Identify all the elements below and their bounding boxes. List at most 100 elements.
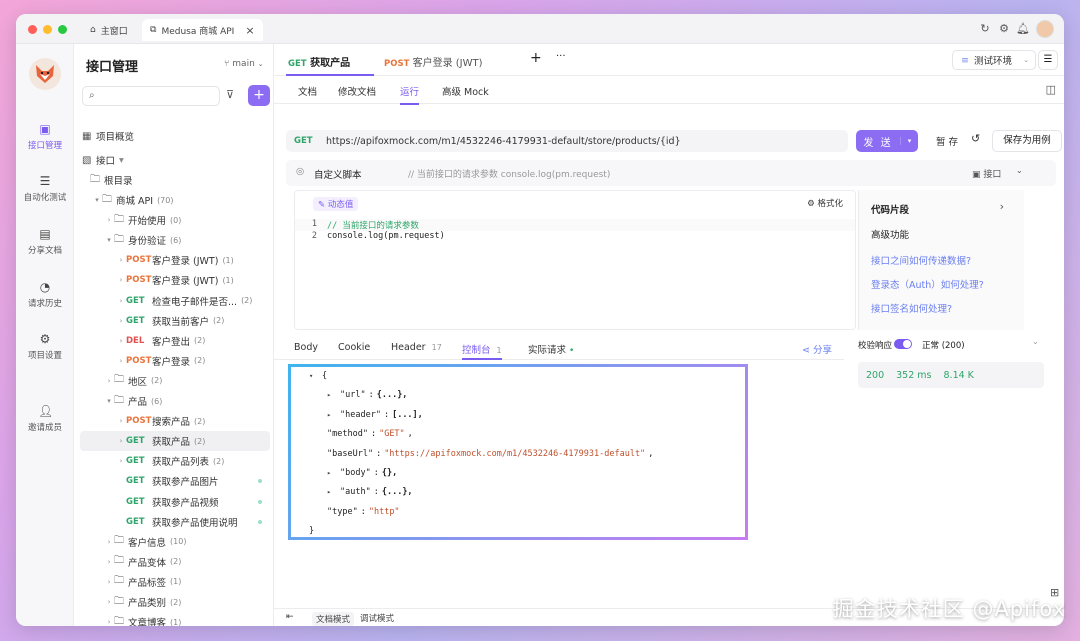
- chevron-right-icon[interactable]: ›: [104, 618, 114, 626]
- api-scope-selector[interactable]: ▣ 接口: [972, 167, 1001, 180]
- tab-body[interactable]: Body: [294, 342, 318, 353]
- chevron-down-icon[interactable]: ▾: [92, 196, 102, 204]
- chevron-right-icon[interactable]: ›: [116, 317, 126, 325]
- chevron-down-icon[interactable]: ▾: [104, 397, 114, 405]
- reset-icon[interactable]: ↺: [971, 132, 980, 145]
- chevron-right-icon[interactable]: ›: [116, 457, 126, 465]
- share-button[interactable]: ⋖ 分享: [802, 342, 832, 356]
- chevron-right-icon[interactable]: ▸: [327, 488, 337, 496]
- nav-settings[interactable]: ⚙ 项目设置: [16, 332, 74, 361]
- tree-api-item[interactable]: GET 获取参产品图片: [74, 471, 272, 491]
- minimize-window-dot[interactable]: [43, 25, 52, 34]
- chevron-right-icon[interactable]: ›: [116, 417, 126, 425]
- help-link[interactable]: 接口签名如何处理?: [871, 301, 952, 315]
- chevron-right-icon[interactable]: ›: [116, 297, 126, 305]
- tab-doc[interactable]: 文档: [298, 84, 317, 98]
- tree-folder[interactable]: › 🗀︎ 产品标签 (1): [74, 572, 272, 592]
- nav-api-management[interactable]: ▣ 接口管理: [16, 122, 74, 151]
- tree-api-item[interactable]: › POST 客户登录 (JWT) (1): [74, 250, 272, 270]
- tab-project[interactable]: ⧉ Medusa 商城 API ×: [142, 19, 263, 41]
- chevron-right-icon[interactable]: ›: [104, 598, 114, 606]
- menu-icon[interactable]: ☰: [1038, 50, 1058, 70]
- nav-automation[interactable]: ☰ 自动化测试: [16, 174, 74, 203]
- format-button[interactable]: ⚙ 格式化: [807, 197, 843, 209]
- tree-api-item[interactable]: › POST 搜索产品 (2): [74, 411, 272, 431]
- tree-folder[interactable]: › 🗀︎ 产品变体 (2): [74, 552, 272, 572]
- tree-api-item[interactable]: › GET 检查电子邮件是否... (2): [74, 291, 272, 311]
- tab-close-icon[interactable]: ×: [245, 24, 254, 37]
- tree-folder[interactable]: ▾ 🗀︎ 商城 API (70): [74, 190, 272, 210]
- branch-selector[interactable]: ⑂ main ⌄: [224, 59, 264, 69]
- nav-share-doc[interactable]: ▤ 分享文档: [16, 227, 74, 256]
- tab-header[interactable]: Header 17: [391, 342, 442, 353]
- send-dropdown-icon[interactable]: ▾: [900, 137, 918, 145]
- tab-edit-doc[interactable]: 修改文档: [338, 84, 376, 98]
- chevron-down-icon[interactable]: ▾: [309, 372, 319, 380]
- code-editor[interactable]: ✎ 动态值 ⚙ 格式化 1 // 当前接口的请求参数 2 console.log…: [294, 190, 856, 330]
- chevron-right-icon[interactable]: ›: [116, 337, 126, 345]
- tree-folder[interactable]: ▾ 🗀︎ 产品 (6): [74, 391, 272, 411]
- tree-folder[interactable]: › 🗀︎ 客户信息 (10): [74, 532, 272, 552]
- tree-search-input[interactable]: ⌕: [82, 86, 220, 106]
- help-link[interactable]: 登录态（Auth）如何处理?: [871, 277, 984, 291]
- chevron-right-icon[interactable]: ›: [104, 538, 114, 546]
- close-window-dot[interactable]: [28, 25, 37, 34]
- tree-folder[interactable]: ▾ 🗀︎ 身份验证 (6): [74, 230, 272, 250]
- maximize-window-dot[interactable]: [58, 25, 67, 34]
- tree-folder[interactable]: › 🗀︎ 文章博客 (1): [74, 612, 272, 626]
- tree-api-item[interactable]: GET 获取参产品视频: [74, 492, 272, 512]
- validate-response-toggle[interactable]: [894, 339, 912, 349]
- check-circle-icon[interactable]: ◎: [296, 166, 304, 177]
- chevron-right-icon[interactable]: ›: [1000, 200, 1004, 213]
- save-as-case-button[interactable]: 保存为用例: [992, 130, 1062, 152]
- chevron-right-icon[interactable]: ▸: [327, 411, 337, 419]
- gear-icon[interactable]: ⚙: [997, 22, 1011, 36]
- chevron-right-icon[interactable]: ›: [116, 276, 126, 284]
- chevron-right-icon[interactable]: ›: [104, 578, 114, 586]
- environment-selector[interactable]: ≡ 测试环境 ⌄: [952, 50, 1036, 70]
- more-icon[interactable]: ···: [556, 51, 566, 62]
- tab-actual-request[interactable]: 实际请求 •: [528, 342, 574, 356]
- chevron-down-icon[interactable]: ⌄: [1016, 166, 1023, 175]
- debug-mode-button[interactable]: 调试模式: [360, 612, 394, 624]
- send-button[interactable]: 发 送 ▾: [856, 130, 918, 152]
- tab-run[interactable]: 运行: [400, 84, 420, 105]
- bell-icon[interactable]: 🔔︎: [1016, 22, 1030, 36]
- doc-mode-button[interactable]: 文档模式: [312, 612, 355, 626]
- collapse-icon[interactable]: ⇤: [286, 612, 294, 622]
- nav-invite[interactable]: 👤︎ 邀请成员: [16, 404, 74, 433]
- tree-api-item[interactable]: › GET 获取产品 (2): [80, 431, 270, 452]
- project-logo[interactable]: [29, 58, 61, 90]
- filter-icon[interactable]: ⊽: [226, 88, 234, 101]
- chevron-right-icon[interactable]: ›: [104, 377, 114, 385]
- snippets-title[interactable]: 代码片段: [871, 202, 909, 216]
- chevron-right-icon[interactable]: ›: [116, 256, 126, 264]
- request-tab-customer-login[interactable]: POST 客户登录 (JWT): [384, 54, 483, 69]
- chevron-right-icon[interactable]: ›: [116, 437, 126, 445]
- tree-api-item[interactable]: › GET 获取产品列表 (2): [74, 451, 272, 471]
- url-input[interactable]: GET https://apifoxmock.com/m1/4532246-41…: [286, 130, 848, 152]
- tree-api-item[interactable]: › DEL 客户登出 (2): [74, 331, 272, 351]
- refresh-icon[interactable]: ↻: [978, 22, 992, 36]
- custom-script-bar[interactable]: ◎ 自定义脚本 // 当前接口的请求参数 console.log(pm.requ…: [286, 160, 1056, 186]
- tree-api-item[interactable]: › GET 获取当前客户 (2): [74, 311, 272, 331]
- chevron-right-icon[interactable]: ›: [104, 558, 114, 566]
- panel-toggle-icon[interactable]: ◫: [1046, 83, 1056, 96]
- tab-home[interactable]: ⌂ 主窗口: [82, 19, 136, 41]
- tree-root[interactable]: 🗀︎ 根目录: [74, 170, 272, 190]
- tree-api-item[interactable]: › POST 客户登录 (JWT) (1): [74, 270, 272, 290]
- add-tab-icon[interactable]: +: [530, 50, 542, 66]
- tree-folder[interactable]: › 🗀︎ 开始使用 (0): [74, 210, 272, 230]
- tree-folder[interactable]: › 🗀︎ 地区 (2): [74, 371, 272, 391]
- add-api-button[interactable]: +: [248, 85, 270, 106]
- dynamic-value-button[interactable]: ✎ 动态值: [313, 197, 359, 211]
- tree-folder[interactable]: › 🗀︎ 产品类别 (2): [74, 592, 272, 612]
- tree-api-item[interactable]: GET 获取参产品使用说明: [74, 512, 272, 532]
- chevron-down-icon[interactable]: ⌄: [1032, 337, 1039, 346]
- chevron-down-icon[interactable]: ▾: [104, 236, 114, 244]
- tab-advanced-mock[interactable]: 高级 Mock: [442, 84, 489, 98]
- tree-api-item[interactable]: › POST 客户登录 (2): [74, 351, 272, 371]
- nav-history[interactable]: ◔ 请求历史: [16, 280, 74, 309]
- avatar[interactable]: [1036, 20, 1054, 38]
- tree-api-section[interactable]: ▧ 接口 ▾: [74, 150, 272, 170]
